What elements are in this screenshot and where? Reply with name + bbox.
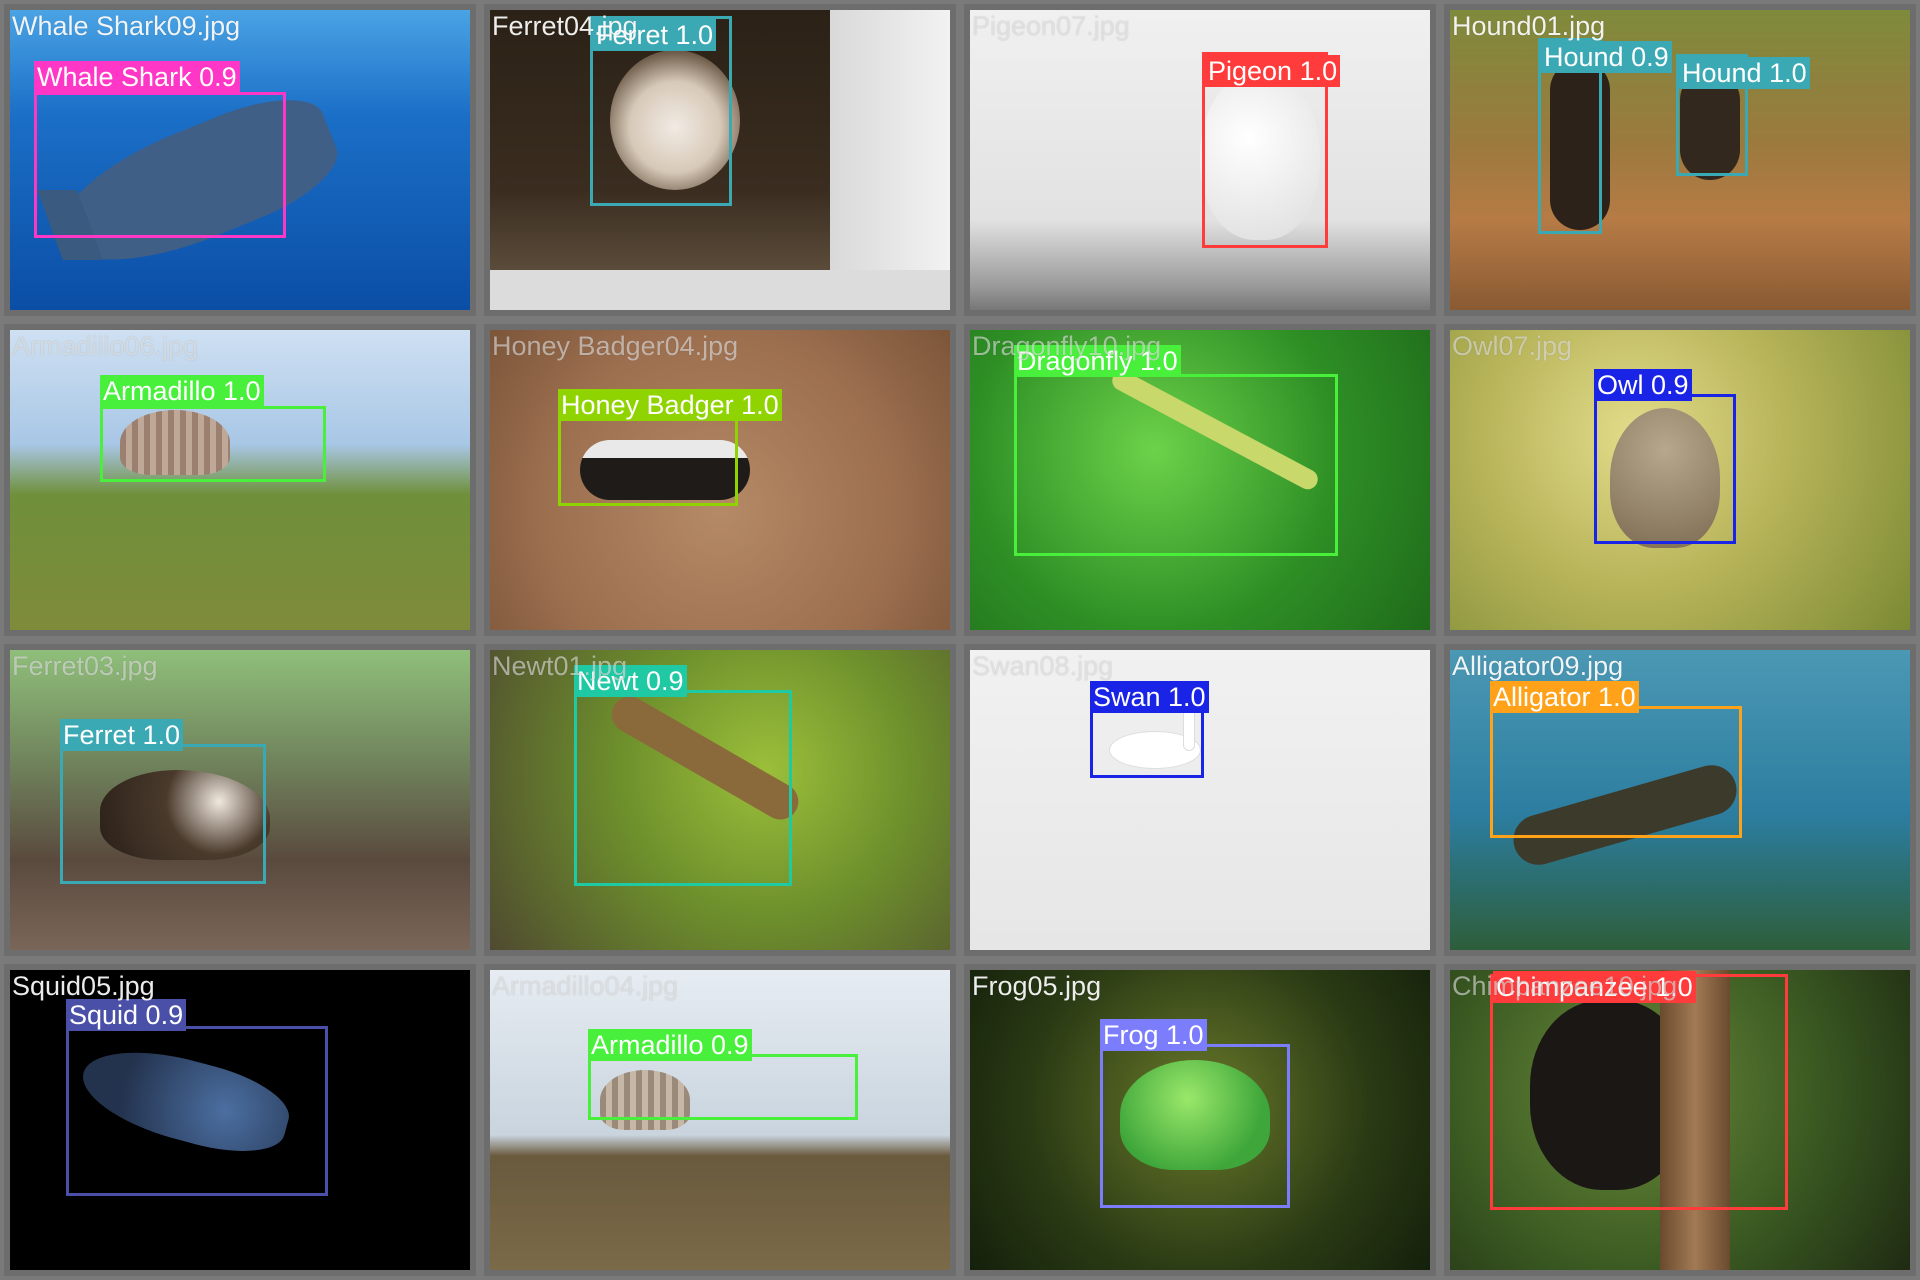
bounding-box: Pigeon 1.0 — [1202, 52, 1341, 248]
image-tile: Ferret04.jpg Ferret 1.0 — [484, 4, 956, 316]
image-tile: Pigeon07.jpg Pigeon 1.0 — [964, 4, 1436, 316]
image-tile: Newt01.jpg Newt 0.9 — [484, 644, 956, 956]
detection-label: Ferret 1.0 — [60, 719, 184, 751]
image-filename: Chimpanzee10.jpg — [1452, 971, 1678, 1001]
door-sill — [490, 270, 950, 310]
image-tile: Chimpanzee10.jpg Chimpanzee 1.0 — [1444, 964, 1916, 1276]
image-filename: Alligator09.jpg — [1452, 651, 1624, 681]
detection-results-grid: Whale Shark09.jpg Whale Shark 0.9 Ferret… — [0, 0, 1920, 1280]
image-tile: Alligator09.jpg Alligator 1.0 — [1444, 644, 1916, 956]
bounding-box: Armadillo 1.0 — [100, 375, 326, 482]
image-tile: Armadillo06.jpg Armadillo 1.0 — [4, 324, 476, 636]
bounding-box: Frog 1.0 — [1100, 1019, 1290, 1208]
bounding-box: Hound 0.9 — [1538, 38, 1672, 234]
detection-label: Swan 1.0 — [1090, 681, 1209, 713]
image-tile: Frog05.jpg Frog 1.0 — [964, 964, 1436, 1276]
bounding-box: Swan 1.0 — [1090, 681, 1209, 778]
image-tile: Honey Badger04.jpg Honey Badger 1.0 — [484, 324, 956, 636]
bounding-box: Dragonfly 1.0 — [1014, 345, 1338, 556]
image-tile: Whale Shark09.jpg Whale Shark 0.9 — [4, 4, 476, 316]
image-filename: Squid05.jpg — [12, 971, 155, 1001]
image-filename: Owl07.jpg — [1452, 331, 1573, 361]
image-filename: Dragonfly10.jpg — [972, 331, 1162, 361]
image-filename: Frog05.jpg — [972, 971, 1102, 1001]
image-filename: Newt01.jpg — [492, 651, 628, 681]
bounding-box: Owl 0.9 — [1594, 369, 1736, 544]
bounding-box: Chimpanzee 1.0 — [1490, 971, 1788, 1210]
detection-label: Squid 0.9 — [66, 999, 187, 1031]
detection-label: Pigeon 1.0 — [1205, 55, 1341, 87]
bounding-box: Ferret 1.0 — [60, 719, 266, 884]
image-filename: Whale Shark09.jpg — [12, 11, 241, 41]
bounding-box: Armadillo 0.9 — [588, 1029, 858, 1120]
detection-label: Armadillo 1.0 — [100, 375, 264, 407]
image-filename: Ferret04.jpg — [492, 11, 638, 41]
image-filename: Ferret03.jpg — [12, 651, 158, 681]
image-filename: Hound01.jpg — [1452, 11, 1606, 41]
image-tile: Dragonfly10.jpg Dragonfly 1.0 — [964, 324, 1436, 636]
bounding-box: Squid 0.9 — [66, 999, 328, 1196]
image-filename: Swan08.jpg — [972, 651, 1114, 681]
image-tile: Swan08.jpg Swan 1.0 — [964, 644, 1436, 956]
detection-label: Frog 1.0 — [1100, 1019, 1207, 1051]
bounding-box: Honey Badger 1.0 — [558, 389, 782, 506]
door-frame — [830, 10, 950, 310]
detection-label: Alligator 1.0 — [1490, 681, 1639, 713]
image-filename: Armadillo06.jpg — [12, 331, 199, 361]
image-filename: Honey Badger04.jpg — [492, 331, 739, 361]
image-filename: Armadillo04.jpg — [492, 971, 679, 1001]
detection-label: Armadillo 0.9 — [588, 1029, 752, 1061]
detection-label: Hound 0.9 — [1541, 41, 1672, 73]
detection-label: Honey Badger 1.0 — [558, 389, 782, 421]
detection-label: Whale Shark 0.9 — [34, 61, 240, 93]
detection-label: Owl 0.9 — [1594, 369, 1692, 401]
bounding-box: Newt 0.9 — [574, 665, 792, 886]
bounding-box: Ferret 1.0 — [590, 16, 732, 206]
image-tile: Hound01.jpg Hound 0.9 Hound 1.0 — [1444, 4, 1916, 316]
image-tile: Ferret03.jpg Ferret 1.0 — [4, 644, 476, 956]
bounding-box: Whale Shark 0.9 — [34, 61, 286, 238]
image-filename: Pigeon07.jpg — [972, 11, 1130, 41]
bounding-box: Alligator 1.0 — [1490, 681, 1742, 838]
image-tile: Owl07.jpg Owl 0.9 — [1444, 324, 1916, 636]
bounding-box: Hound 1.0 — [1676, 54, 1810, 176]
image-tile: Armadillo04.jpg Armadillo 0.9 — [484, 964, 956, 1276]
detection-label: Hound 1.0 — [1679, 57, 1810, 89]
image-tile: Squid05.jpg Squid 0.9 — [4, 964, 476, 1276]
